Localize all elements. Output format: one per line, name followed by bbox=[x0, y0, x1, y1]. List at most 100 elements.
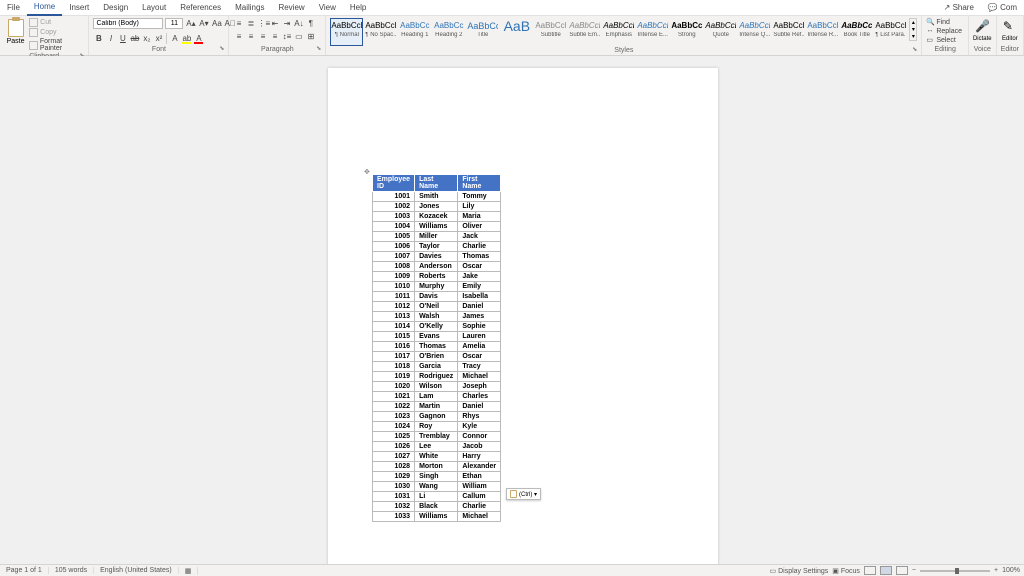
table-row[interactable]: 1007DaviesThomas bbox=[373, 252, 501, 262]
table-cell[interactable]: Emily bbox=[458, 282, 501, 292]
font-color-button[interactable]: A bbox=[193, 33, 204, 44]
table-cell[interactable]: O'Kelly bbox=[415, 322, 458, 332]
borders-button[interactable]: ⊞ bbox=[305, 31, 316, 42]
table-row[interactable]: 1029SinghEthan bbox=[373, 472, 501, 482]
table-cell[interactable]: 1013 bbox=[373, 312, 415, 322]
table-row[interactable]: 1032BlackCharlie bbox=[373, 502, 501, 512]
table-row[interactable]: 1023GagnonRhys bbox=[373, 412, 501, 422]
menu-tab-home[interactable]: Home bbox=[27, 0, 62, 16]
table-cell[interactable]: 1019 bbox=[373, 372, 415, 382]
table-row[interactable]: 1001SmithTommy bbox=[373, 192, 501, 202]
align-center-button[interactable]: ≡ bbox=[245, 31, 256, 42]
table-cell[interactable]: Wang bbox=[415, 482, 458, 492]
table-cell[interactable]: White bbox=[415, 452, 458, 462]
highlight-button[interactable]: ab bbox=[181, 33, 192, 44]
table-cell[interactable]: 1031 bbox=[373, 492, 415, 502]
table-cell[interactable]: Maria bbox=[458, 212, 501, 222]
cut-button[interactable]: Cut bbox=[29, 18, 84, 27]
style-subtle-ref-[interactable]: AaBbCcDdSubtle Ref... bbox=[772, 18, 805, 46]
table-cell[interactable]: Jones bbox=[415, 202, 458, 212]
table-cell[interactable]: Charlie bbox=[458, 502, 501, 512]
style-heading-2[interactable]: AaBbCcHeading 2 bbox=[432, 18, 465, 46]
grow-font-button[interactable]: A▴ bbox=[185, 18, 196, 29]
table-cell[interactable]: Harry bbox=[458, 452, 501, 462]
table-row[interactable]: 1026LeeJacob bbox=[373, 442, 501, 452]
table-cell[interactable]: Li bbox=[415, 492, 458, 502]
font-name-input[interactable] bbox=[93, 18, 163, 29]
style-subtle-em-[interactable]: AaBbCcDdSubtle Em... bbox=[568, 18, 601, 46]
table-cell[interactable]: 1012 bbox=[373, 302, 415, 312]
table-row[interactable]: 1008AndersonOscar bbox=[373, 262, 501, 272]
table-cell[interactable]: 1005 bbox=[373, 232, 415, 242]
table-cell[interactable]: Miller bbox=[415, 232, 458, 242]
bullets-button[interactable]: ≡ bbox=[233, 18, 244, 29]
table-header[interactable]: Employee ID bbox=[373, 175, 415, 192]
menu-tab-help[interactable]: Help bbox=[343, 0, 373, 16]
pen-icon[interactable]: ✎ bbox=[1003, 19, 1017, 33]
superscript-button[interactable]: x² bbox=[153, 33, 164, 44]
table-cell[interactable]: Thomas bbox=[415, 342, 458, 352]
table-cell[interactable]: 1027 bbox=[373, 452, 415, 462]
table-anchor-icon[interactable]: ✥ bbox=[364, 168, 370, 176]
table-cell[interactable]: Smith bbox=[415, 192, 458, 202]
table-row[interactable]: 1015EvansLauren bbox=[373, 332, 501, 342]
paragraph-dialog-launcher[interactable]: ⬊ bbox=[316, 45, 321, 54]
table-cell[interactable]: 1024 bbox=[373, 422, 415, 432]
table-cell[interactable]: Kyle bbox=[458, 422, 501, 432]
table-cell[interactable]: Davies bbox=[415, 252, 458, 262]
style-strong[interactable]: AaBbCcDdStrong bbox=[670, 18, 703, 46]
table-cell[interactable]: Tremblay bbox=[415, 432, 458, 442]
table-cell[interactable]: 1023 bbox=[373, 412, 415, 422]
table-row[interactable]: 1013WalshJames bbox=[373, 312, 501, 322]
table-cell[interactable]: Wilson bbox=[415, 382, 458, 392]
menu-tab-file[interactable]: File bbox=[0, 0, 27, 16]
change-case-button[interactable]: Aa bbox=[211, 18, 222, 29]
table-row[interactable]: 1020WilsonJoseph bbox=[373, 382, 501, 392]
zoom-out-button[interactable]: − bbox=[912, 567, 916, 574]
paste-options-tag[interactable]: (Ctrl) ▾ bbox=[506, 488, 541, 500]
table-cell[interactable]: Jack bbox=[458, 232, 501, 242]
zoom-in-button[interactable]: + bbox=[994, 567, 998, 574]
table-cell[interactable]: 1001 bbox=[373, 192, 415, 202]
subscript-button[interactable]: x₂ bbox=[141, 33, 152, 44]
font-dialog-launcher[interactable]: ⬊ bbox=[219, 45, 224, 54]
style-intense-e-[interactable]: AaBbCcDcIntense E... bbox=[636, 18, 669, 46]
table-row[interactable]: 1016ThomasAmelia bbox=[373, 342, 501, 352]
table-row[interactable]: 1005MillerJack bbox=[373, 232, 501, 242]
table-row[interactable]: 1017O'BrienOscar bbox=[373, 352, 501, 362]
shading-button[interactable]: ▭ bbox=[293, 31, 304, 42]
table-cell[interactable]: Tracy bbox=[458, 362, 501, 372]
style--no-spac-[interactable]: AaBbCcDd¶ No Spac... bbox=[364, 18, 397, 46]
table-row[interactable]: 1025TremblayConnor bbox=[373, 432, 501, 442]
table-cell[interactable]: 1008 bbox=[373, 262, 415, 272]
table-cell[interactable]: Alexander bbox=[458, 462, 501, 472]
table-cell[interactable]: 1022 bbox=[373, 402, 415, 412]
style-quote[interactable]: AaBbCcDcQuote bbox=[704, 18, 737, 46]
table-cell[interactable]: Gagnon bbox=[415, 412, 458, 422]
replace-button[interactable]: ↔Replace bbox=[926, 27, 962, 35]
menu-tab-layout[interactable]: Layout bbox=[135, 0, 173, 16]
table-cell[interactable]: Amelia bbox=[458, 342, 501, 352]
table-cell[interactable]: Murphy bbox=[415, 282, 458, 292]
style-intense-q-[interactable]: AaBbCcDcIntense Q... bbox=[738, 18, 771, 46]
read-mode-button[interactable] bbox=[864, 566, 876, 575]
table-row[interactable]: 1014O'KellySophie bbox=[373, 322, 501, 332]
table-row[interactable]: 1011DavisIsabella bbox=[373, 292, 501, 302]
table-cell[interactable]: Kozacek bbox=[415, 212, 458, 222]
styles-more-button[interactable]: ▴▾▾ bbox=[909, 18, 917, 41]
table-cell[interactable]: 1017 bbox=[373, 352, 415, 362]
table-cell[interactable]: 1009 bbox=[373, 272, 415, 282]
table-header[interactable]: First Name bbox=[458, 175, 501, 192]
table-cell[interactable]: Oscar bbox=[458, 262, 501, 272]
print-layout-button[interactable] bbox=[880, 566, 892, 575]
table-row[interactable]: 1018GarciaTracy bbox=[373, 362, 501, 372]
table-cell[interactable]: Singh bbox=[415, 472, 458, 482]
underline-button[interactable]: U bbox=[117, 33, 128, 44]
table-cell[interactable]: 1032 bbox=[373, 502, 415, 512]
table-cell[interactable]: Rhys bbox=[458, 412, 501, 422]
align-right-button[interactable]: ≡ bbox=[257, 31, 268, 42]
table-row[interactable]: 1021LamCharles bbox=[373, 392, 501, 402]
table-cell[interactable]: 1028 bbox=[373, 462, 415, 472]
table-row[interactable]: 1022MartinDaniel bbox=[373, 402, 501, 412]
table-cell[interactable]: Morton bbox=[415, 462, 458, 472]
